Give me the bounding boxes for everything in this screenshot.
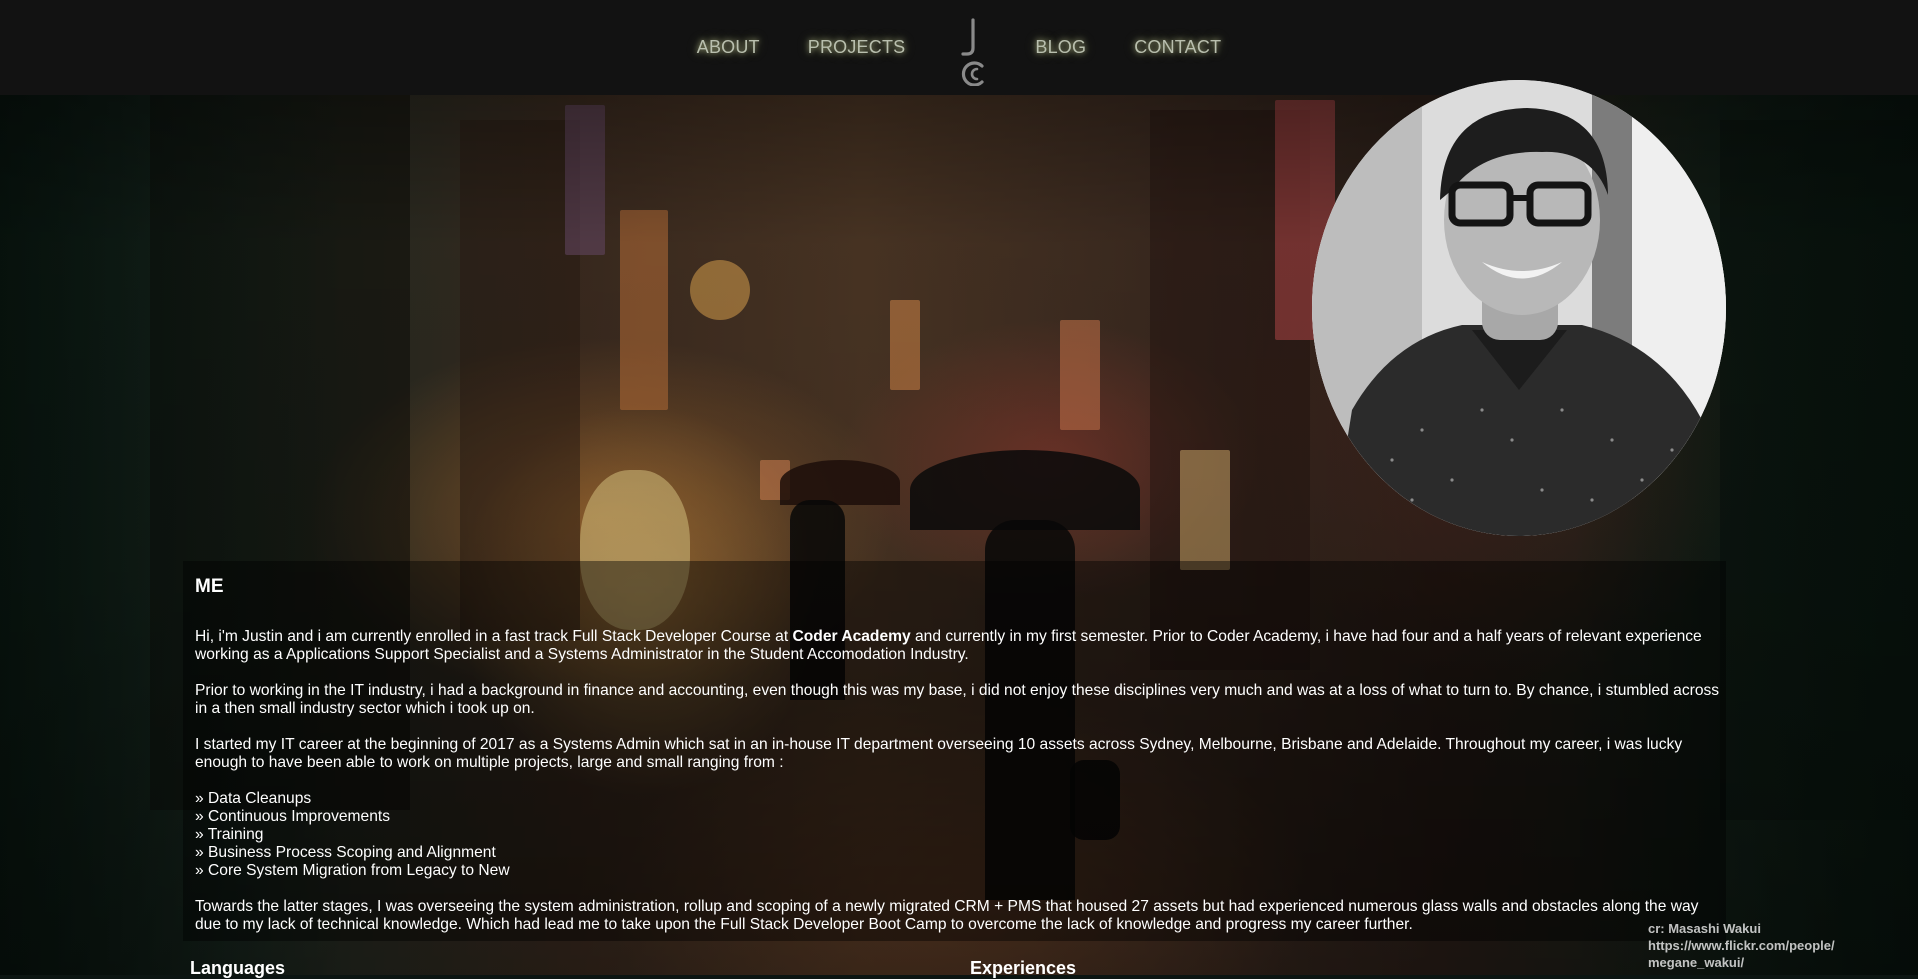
about-paragraph-2: Prior to working in the IT industry, i h… — [195, 682, 1720, 717]
about-heading: ME — [195, 576, 224, 597]
photo-credit: cr: Masashi Wakui https://www.flickr.com… — [1648, 921, 1835, 970]
list-item: » Core System Migration from Legacy to N… — [195, 862, 510, 879]
about-paragraph-1: Hi, i'm Justin and i am currently enroll… — [195, 628, 1702, 663]
list-item: » Continuous Improvements — [195, 808, 391, 825]
experiences-heading: Experiences — [970, 958, 1077, 978]
project-list: » Data Cleanups » Continuous Improvement… — [195, 790, 1720, 880]
profile-photo — [1312, 80, 1726, 536]
list-item: » Business Process Scoping and Alignment — [195, 844, 496, 861]
nav-link-contact[interactable]: CONTACT — [1134, 37, 1221, 58]
coder-academy-name: Coder Academy — [792, 628, 911, 645]
jc-monogram-icon — [961, 17, 984, 87]
jc-logo[interactable] — [953, 10, 987, 87]
about-content: Hi, i'm Justin and i am currently enroll… — [195, 628, 1720, 952]
nav-link-blog[interactable]: BLOG — [1035, 37, 1086, 58]
about-paragraph-3: I started my IT career at the beginning … — [195, 736, 1683, 771]
nav-link-projects[interactable]: PROJECTS — [808, 37, 906, 58]
about-me-panel: ME Hi, i'm Justin and i am currently enr… — [183, 561, 1726, 941]
about-paragraph-4: Towards the latter stages, I was oversee… — [195, 898, 1699, 933]
top-navigation: ABOUT PROJECTS BLOG CONTACT — [0, 0, 1918, 95]
list-item: » Data Cleanups — [195, 790, 312, 807]
nav-link-about[interactable]: ABOUT — [697, 37, 760, 58]
list-item: » Training — [195, 826, 264, 843]
languages-heading: Languages — [190, 958, 286, 978]
